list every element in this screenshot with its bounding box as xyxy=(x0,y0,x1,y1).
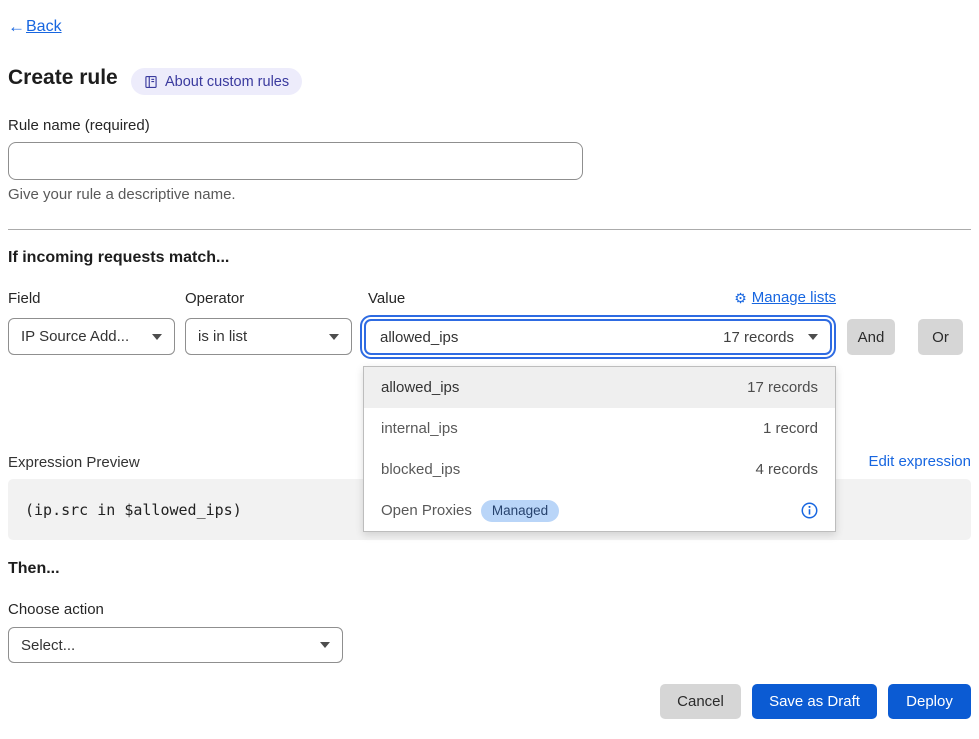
list-item-records: 1 record xyxy=(763,420,818,437)
info-icon[interactable] xyxy=(801,502,818,519)
save-as-draft-button[interactable]: Save as Draft xyxy=(752,684,877,719)
gear-icon: ⚙ xyxy=(734,291,747,305)
rule-name-helper: Give your rule a descriptive name. xyxy=(8,186,236,203)
manage-lists-label: Manage lists xyxy=(752,289,836,306)
rule-name-label: Rule name (required) xyxy=(8,117,150,134)
list-item-blocked-ips[interactable]: blocked_ips 4 records xyxy=(364,449,835,490)
value-select-records: 17 records xyxy=(723,329,794,346)
edit-expression-link[interactable]: Edit expression xyxy=(868,453,971,470)
choose-action-label: Choose action xyxy=(8,601,104,618)
and-button[interactable]: And xyxy=(847,319,895,355)
list-item-open-proxies[interactable]: Open Proxies Managed xyxy=(364,490,835,531)
list-item-name: internal_ips xyxy=(381,420,754,437)
chevron-down-icon xyxy=(152,334,162,340)
managed-badge: Managed xyxy=(481,500,559,522)
rule-name-input[interactable] xyxy=(8,142,583,180)
field-label: Field xyxy=(8,290,41,307)
list-item-name: allowed_ips xyxy=(381,379,738,396)
action-select[interactable]: Select... xyxy=(8,627,343,663)
operator-select-value: is in list xyxy=(198,328,321,345)
list-item-records: 17 records xyxy=(747,379,818,396)
chevron-down-icon xyxy=(808,334,818,340)
deploy-button[interactable]: Deploy xyxy=(888,684,971,719)
expression-code: (ip.src in $allowed_ips) xyxy=(25,501,242,519)
chevron-down-icon xyxy=(320,642,330,648)
value-label: Value xyxy=(368,290,405,307)
value-dropdown-menu: allowed_ips 17 records internal_ips 1 re… xyxy=(363,366,836,532)
list-item-allowed-ips[interactable]: allowed_ips 17 records xyxy=(364,367,835,408)
book-icon xyxy=(144,75,158,89)
action-select-placeholder: Select... xyxy=(21,637,312,654)
about-custom-rules-badge[interactable]: About custom rules xyxy=(131,68,302,95)
back-arrow-icon: ← xyxy=(8,17,25,37)
manage-lists-link[interactable]: ⚙ Manage lists xyxy=(734,289,836,306)
about-badge-label: About custom rules xyxy=(165,74,289,90)
match-section-heading: If incoming requests match... xyxy=(8,249,229,267)
then-section-heading: Then... xyxy=(8,560,60,578)
list-item-records: 4 records xyxy=(755,461,818,478)
operator-label: Operator xyxy=(185,290,244,307)
back-link-label: Back xyxy=(26,18,62,36)
or-button[interactable]: Or xyxy=(918,319,963,355)
expression-preview-label: Expression Preview xyxy=(8,454,140,471)
value-select[interactable]: allowed_ips 17 records xyxy=(364,319,832,355)
back-link[interactable]: ←Back xyxy=(8,17,62,37)
list-item-internal-ips[interactable]: internal_ips 1 record xyxy=(364,408,835,449)
field-select[interactable]: IP Source Add... xyxy=(8,318,175,355)
section-divider xyxy=(8,229,971,230)
field-select-value: IP Source Add... xyxy=(21,328,144,345)
list-item-name: blocked_ips xyxy=(381,461,746,478)
cancel-button[interactable]: Cancel xyxy=(660,684,741,719)
list-item-name: Open Proxies xyxy=(381,502,472,519)
chevron-down-icon xyxy=(329,334,339,340)
operator-select[interactable]: is in list xyxy=(185,318,352,355)
value-select-value: allowed_ips xyxy=(380,329,715,346)
page-title: Create rule xyxy=(8,66,118,90)
